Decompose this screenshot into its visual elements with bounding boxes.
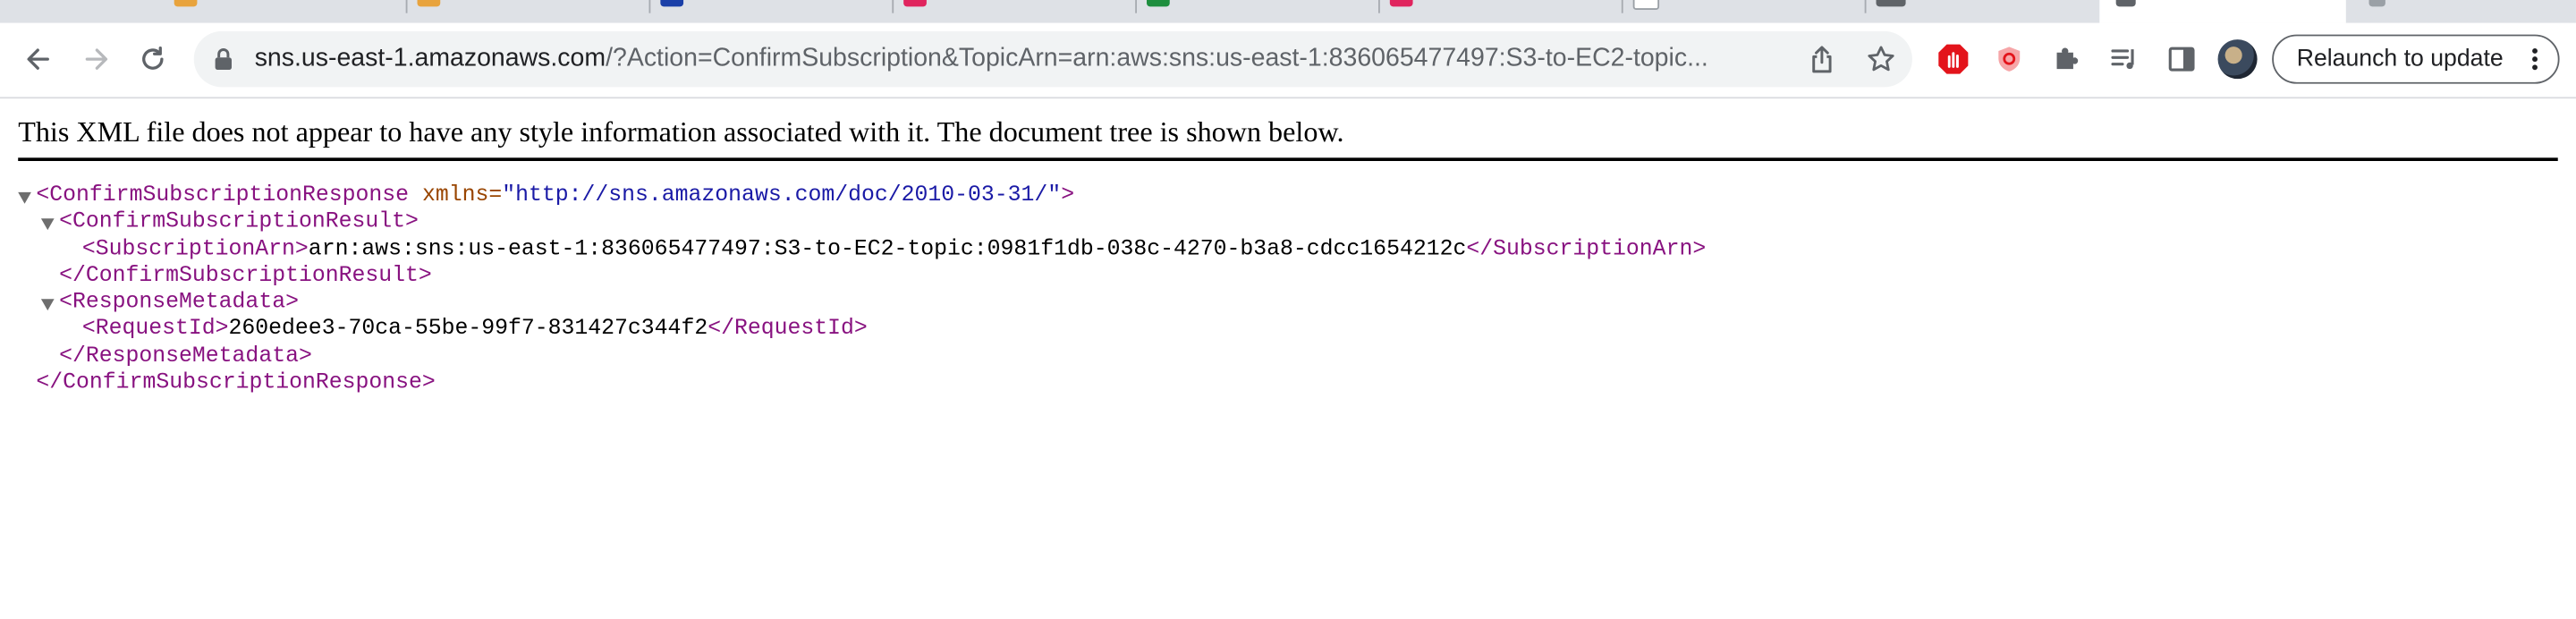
forward-button[interactable] [75, 38, 118, 81]
share-button[interactable] [1806, 43, 1839, 76]
stop-hand-icon [1938, 44, 1969, 74]
tab-favicon-icon [660, 0, 684, 7]
xml-line: <RequestId>260edee3-70ca-55be-99f7-83142… [18, 318, 1706, 344]
tab[interactable] [2346, 0, 2576, 20]
divider [18, 157, 2558, 161]
xml-line: <ResponseMetadata> [18, 291, 1706, 318]
xml-tag: <ResponseMetadata> [59, 291, 299, 316]
back-arrow-icon [27, 48, 49, 70]
tab-favicon-icon [1632, 0, 1660, 11]
tab[interactable] [408, 0, 651, 20]
xml-line: </ConfirmSubscriptionResult> [18, 265, 1706, 292]
tab[interactable] [1866, 0, 2099, 20]
reload-button[interactable] [131, 38, 174, 81]
share-icon [1812, 46, 1832, 73]
tab-favicon-icon [903, 0, 927, 7]
url-host: sns.us-east-1.amazonaws.com [254, 44, 606, 72]
tab-favicon-icon [417, 0, 441, 7]
forward-arrow-icon [85, 48, 108, 70]
tab-strip [0, 0, 2576, 23]
xml-tag: <ConfirmSubscriptionResponse [36, 183, 410, 209]
relaunch-to-update-button[interactable]: Relaunch to update [2272, 34, 2560, 84]
puzzle-icon [2056, 47, 2079, 70]
xml-tag: </SubscriptionArn> [1466, 237, 1707, 263]
request-id-value: 260edee3-70ca-55be-99f7-831427c344f2 [228, 318, 708, 343]
tab-favicon-icon [1389, 0, 1413, 7]
tab[interactable] [1623, 0, 1867, 20]
tab-favicon-icon [1876, 0, 1906, 7]
tab[interactable] [894, 0, 1137, 20]
xml-line: <ConfirmSubscriptionResult> [18, 211, 1706, 238]
star-icon [1868, 46, 1894, 72]
back-button[interactable] [16, 38, 59, 81]
side-panel-icon [2168, 47, 2195, 72]
side-panel-button[interactable] [2164, 41, 2199, 77]
address-bar[interactable]: sns.us-east-1.amazonaws.com/?Action=Conf… [193, 30, 1912, 88]
xml-tag: > [1061, 183, 1075, 209]
shield-icon [1998, 47, 2021, 72]
xml-line: <SubscriptionArn>arn:aws:sns:us-east-1:8… [18, 238, 1706, 265]
collapse-triangle-icon[interactable] [40, 299, 55, 311]
tab-favicon-icon [174, 0, 198, 7]
media-controls-button[interactable] [2106, 41, 2142, 77]
subscription-arn-value: arn:aws:sns:us-east-1:836065477497:S3-to… [308, 237, 1467, 263]
extensions-button[interactable] [2048, 41, 2084, 77]
relaunch-label: Relaunch to update [2296, 46, 2504, 72]
tab-favicon-icon [2368, 0, 2385, 7]
browser-window: sns.us-east-1.amazonaws.com/?Action=Conf… [0, 0, 2576, 568]
tab-active[interactable] [2099, 0, 2346, 23]
xml-tree: <ConfirmSubscriptionResponse xmlns="http… [18, 184, 1706, 398]
tab-favicon-icon [1147, 0, 1170, 7]
tab[interactable] [165, 0, 408, 20]
xml-line: </ConfirmSubscriptionResponse> [18, 371, 1706, 398]
tab[interactable] [1137, 0, 1380, 20]
xml-tag: </RequestId> [708, 318, 868, 343]
xml-tag: </ResponseMetadata> [59, 344, 312, 369]
url-text[interactable]: sns.us-east-1.amazonaws.com/?Action=Conf… [255, 45, 1799, 74]
xml-tag: </ConfirmSubscriptionResult> [59, 264, 432, 290]
xml-tag: <SubscriptionArn> [81, 237, 309, 263]
xml-line: <ConfirmSubscriptionResponse xmlns="http… [18, 184, 1706, 211]
tab[interactable] [1380, 0, 1623, 20]
adblock-extension-button[interactable] [1936, 41, 1971, 77]
xml-attr-value: "http://sns.amazonaws.com/doc/2010-03-31… [502, 183, 1062, 209]
profile-avatar[interactable] [2217, 39, 2258, 80]
xml-line: </ResponseMetadata> [18, 344, 1706, 371]
url-path: /?Action=ConfirmSubscription&TopicArn=ar… [606, 44, 1708, 72]
xml-tag: </ConfirmSubscriptionResponse> [36, 371, 436, 396]
browser-toolbar: sns.us-east-1.amazonaws.com/?Action=Conf… [0, 22, 2576, 99]
playlist-music-icon [2111, 49, 2134, 70]
xml-tag: <RequestId> [81, 318, 229, 343]
xml-tag: <ConfirmSubscriptionResult> [59, 210, 419, 236]
reload-icon [142, 46, 164, 70]
xml-attr-name: xmlns= [421, 183, 503, 209]
more-menu-icon [2532, 47, 2538, 71]
xml-style-notice: This XML file does not appear to have an… [18, 114, 1344, 148]
collapse-triangle-icon[interactable] [40, 218, 55, 231]
collapse-triangle-icon[interactable] [18, 191, 31, 204]
security-extension-button[interactable] [1991, 41, 2027, 77]
tab-favicon-icon [2115, 0, 2136, 7]
tab[interactable] [650, 0, 894, 20]
bookmark-star-button[interactable] [1865, 43, 1898, 76]
lock-icon[interactable] [210, 46, 236, 72]
